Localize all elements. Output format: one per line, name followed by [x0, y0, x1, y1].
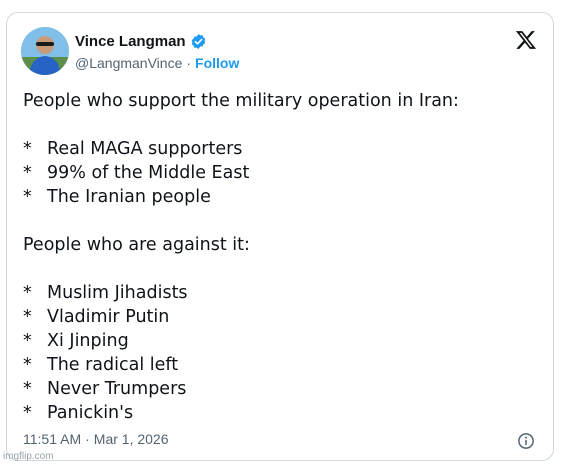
list-item: * Vladimir Putin	[23, 305, 543, 329]
list-item: * Panickin's	[23, 401, 543, 425]
list-item: * Muslim Jihadists	[23, 281, 543, 305]
handle-separator: ·	[186, 55, 192, 71]
tweet-time: 11:51 AM	[23, 431, 82, 447]
list-item: * Real MAGA supporters	[23, 137, 543, 161]
bullet-star: *	[23, 403, 32, 423]
author-handle-row: @LangmanVince · Follow	[75, 55, 239, 71]
tweet-date: Mar 1, 2026	[93, 431, 169, 447]
support-item: Real MAGA supporters	[47, 139, 243, 159]
avatar[interactable]	[21, 27, 69, 75]
against-item: The radical left	[47, 355, 179, 375]
watermark: imgflip.com	[3, 451, 54, 462]
author-handle[interactable]: @LangmanVince	[75, 55, 182, 71]
list-item: * Never Trumpers	[23, 377, 543, 401]
against-item: Panickin's	[47, 403, 134, 423]
x-logo-icon[interactable]	[515, 29, 537, 51]
bullet-star: *	[23, 355, 32, 375]
timestamp-separator: ·	[85, 431, 90, 447]
against-item: Vladimir Putin	[47, 307, 170, 327]
author-name[interactable]: Vince Langman	[75, 33, 186, 50]
avatar-image	[21, 27, 69, 75]
bullet-star: *	[23, 331, 32, 351]
info-icon[interactable]	[517, 432, 535, 450]
bullet-star: *	[23, 163, 32, 183]
bullet-star: *	[23, 379, 32, 399]
support-item: The Iranian people	[47, 187, 211, 207]
list-item: * Xi Jinping	[23, 329, 543, 353]
against-item: Muslim Jihadists	[47, 283, 188, 303]
bullet-star: *	[23, 187, 32, 207]
tweet-text: People who support the military operatio…	[23, 89, 543, 425]
support-intro: People who support the military operatio…	[23, 91, 459, 111]
tweet-timestamp[interactable]: 11:51 AM · Mar 1, 2026	[23, 431, 169, 447]
bullet-star: *	[23, 283, 32, 303]
against-intro: People who are against it:	[23, 235, 250, 255]
list-item: * 99% of the Middle East	[23, 161, 543, 185]
against-item: Never Trumpers	[47, 379, 187, 399]
support-item: 99% of the Middle East	[47, 163, 250, 183]
tweet-card: Vince Langman @LangmanVince · Follow Peo…	[6, 12, 554, 461]
follow-button[interactable]: Follow	[195, 55, 239, 71]
bullet-star: *	[23, 139, 32, 159]
against-item: Xi Jinping	[47, 331, 129, 351]
list-item: * The Iranian people	[23, 185, 543, 209]
list-item: * The radical left	[23, 353, 543, 377]
bullet-star: *	[23, 307, 32, 327]
author-name-row: Vince Langman	[75, 33, 207, 50]
verified-badge-icon	[191, 34, 205, 49]
